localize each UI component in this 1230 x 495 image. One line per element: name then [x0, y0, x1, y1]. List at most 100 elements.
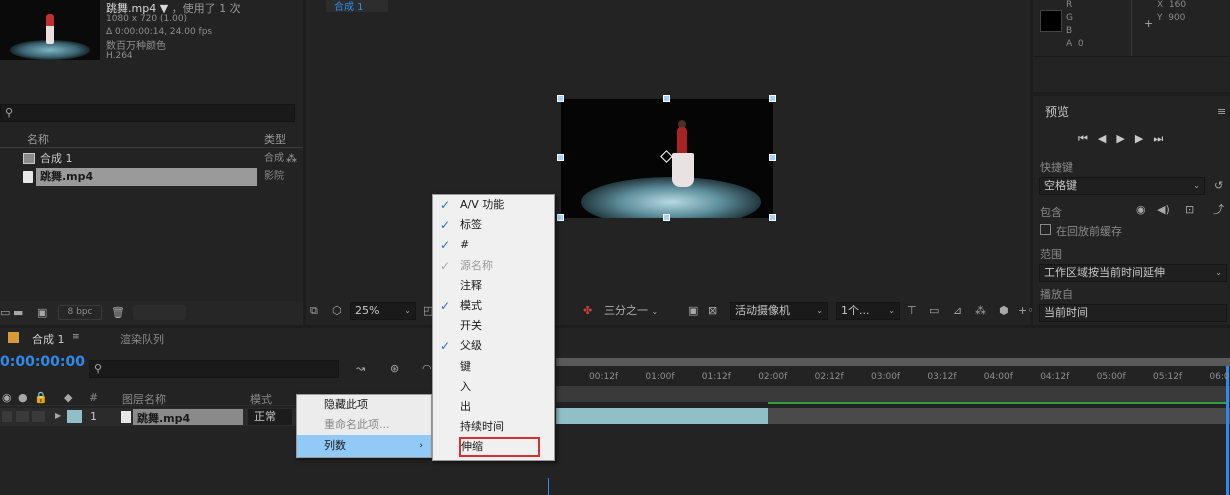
transform-handle[interactable]	[557, 214, 564, 221]
expand-arrow-icon[interactable]: ▶	[55, 412, 61, 420]
columns-menu-item[interactable]: 持续时间	[433, 417, 554, 437]
columns-menu-item[interactable]: 注释	[433, 276, 554, 296]
always-preview-icon[interactable]: ⧉	[310, 305, 318, 316]
work-area-range[interactable]	[768, 402, 1228, 404]
range-select[interactable]: 工作区域按当前时间延伸 ⌄	[1039, 264, 1227, 282]
eye-icon[interactable]: ◉	[2, 392, 12, 403]
columns-menu-item[interactable]: 键	[433, 357, 554, 377]
transform-handle[interactable]	[663, 95, 670, 102]
camera-select[interactable]: 活动摄像机 ⌄	[730, 302, 828, 320]
layer-name[interactable]: 跳舞.mp4	[137, 410, 190, 426]
export-icon[interactable]: ⤴	[1213, 204, 1224, 215]
flowchart-icon[interactable]: ⁂	[975, 305, 986, 316]
work-area-bar[interactable]	[556, 358, 1230, 366]
columns-menu-item[interactable]: ✓ 标签	[433, 215, 554, 235]
transform-handle[interactable]	[769, 154, 776, 161]
columns-menu-item[interactable]: ✓ 模式	[433, 296, 554, 316]
next-frame-icon[interactable]: ▶	[1135, 133, 1153, 144]
last-frame-icon[interactable]: ⏭	[1153, 133, 1173, 144]
audio-toggle-icon[interactable]: ◀)	[1157, 204, 1170, 215]
composition-canvas[interactable]	[561, 99, 773, 218]
column-header-type[interactable]: 类型	[264, 132, 286, 148]
folder-icon[interactable]: ▬	[13, 307, 23, 318]
layer-color-label[interactable]	[67, 410, 82, 423]
project-scrollbar[interactable]	[133, 305, 186, 320]
mask-icon[interactable]: ⬡	[332, 305, 342, 316]
transparency-grid-icon[interactable]: ⊠	[708, 305, 717, 316]
timecode-display[interactable]: 0:00:00:00	[0, 354, 85, 370]
columns-menu-item[interactable]: 出	[433, 397, 554, 417]
range-label: 范围	[1040, 248, 1062, 261]
layer-visibility-toggle[interactable]	[2, 411, 12, 422]
chevron-down-icon[interactable]: ▼	[160, 3, 168, 14]
tab-comp[interactable]: 合成 1	[32, 331, 65, 347]
reset-exposure-icon[interactable]: ⬢	[999, 305, 1009, 316]
tab-render-queue[interactable]: 渲染队列	[120, 331, 164, 347]
resolution-select[interactable]: 三分之一 ⌄	[604, 302, 678, 320]
transform-handle[interactable]	[663, 214, 670, 221]
solo-icon[interactable]: ●	[18, 392, 28, 403]
columns-menu-item[interactable]: 伸缩	[459, 437, 540, 458]
overlay-toggle-icon[interactable]: ⊡	[1185, 204, 1194, 215]
layer-mode-select[interactable]: 正常	[248, 409, 292, 425]
time-ruler[interactable]	[556, 386, 1230, 402]
lock-icon[interactable]: 🔒	[34, 392, 48, 403]
current-time-indicator[interactable]	[548, 478, 549, 495]
columns-menu-item[interactable]: ✓ #	[433, 235, 554, 255]
first-frame-icon[interactable]: ⏮	[1078, 133, 1098, 144]
transform-handle[interactable]	[769, 95, 776, 102]
trash-icon[interactable]: 🗑	[111, 307, 125, 318]
tab-composition[interactable]: 合成 1	[326, 0, 388, 13]
label-icon[interactable]: ◆	[64, 392, 72, 403]
play-icon[interactable]: ▶	[1116, 133, 1134, 144]
column-header-mode[interactable]: 模式	[250, 391, 272, 407]
new-comp-icon[interactable]: ▣	[37, 307, 47, 318]
footage-duration-bar[interactable]	[556, 408, 768, 424]
column-header-name[interactable]: 名称	[27, 132, 49, 148]
preview-panel: 预览 ≡ ⏮◀▶▶⏭ 快捷键 空格键 ⌄ ↺ 包含 ◉ ◀) ⊡ ⤴ 在回放前缓…	[1033, 96, 1230, 325]
interpret-footage-icon[interactable]: ▭	[0, 307, 10, 318]
layer-solo-toggle[interactable]	[32, 411, 45, 422]
snapshot-icon[interactable]: ▭	[929, 305, 939, 316]
region-of-interest-icon[interactable]: ▣	[688, 305, 698, 316]
project-search-input[interactable]: ⚲	[0, 104, 295, 122]
menu-item-hide-column[interactable]: 隐藏此项	[297, 395, 431, 415]
transform-handle[interactable]	[769, 214, 776, 221]
columns-menu-item[interactable]: 开关	[433, 316, 554, 336]
shortcut-select[interactable]: 空格键 ⌄	[1039, 177, 1205, 195]
project-item-footage[interactable]: 跳舞.mp4 影院	[0, 168, 290, 186]
project-item-comp[interactable]: 合成 1 合成 ⁂	[0, 150, 297, 168]
ruler-tick-label: 02:12f	[814, 372, 844, 382]
shy-layers-icon[interactable]: ◠	[422, 363, 432, 374]
show-snapshot-icon[interactable]: ⊿	[953, 305, 962, 316]
toggle-view-icon[interactable]: ⊤	[907, 305, 917, 316]
panel-menu-icon[interactable]: ≡	[72, 333, 80, 342]
ruler-tick-label: 02:00f	[758, 372, 788, 382]
color-channel-icon[interactable]: ✤	[583, 305, 592, 316]
bit-depth-button[interactable]: 8 bpc	[58, 305, 102, 320]
play-from-select[interactable]: 当前时间	[1039, 304, 1227, 322]
columns-menu-item[interactable]: 入	[433, 377, 554, 397]
columns-menu-item[interactable]: ✓ 父级	[433, 336, 554, 356]
timeline-search-input[interactable]: ⚲	[89, 360, 339, 378]
exposure-icon[interactable]: +◦	[1018, 305, 1034, 316]
columns-menu-item[interactable]: ✓ A/V 功能	[433, 195, 554, 215]
transform-handle[interactable]	[557, 95, 564, 102]
anchor-point-icon[interactable]	[660, 150, 673, 163]
panel-menu-icon[interactable]: ≡	[1217, 106, 1226, 117]
end-marker[interactable]	[1226, 366, 1229, 495]
zoom-select[interactable]: 25% ⌄	[350, 302, 416, 320]
composition-flowchart-icon[interactable]: ↝	[356, 363, 365, 374]
layer-audio-toggle[interactable]	[16, 411, 29, 422]
cache-checkbox[interactable]	[1040, 224, 1051, 235]
draft-3d-icon[interactable]: ⊛	[390, 363, 399, 374]
column-header-layer-name[interactable]: 图层名称	[122, 391, 166, 407]
viewer-toolbar: ⧉ ⬡ 25% ⌄ ◰ ✤ 三分之一 ⌄ ▣ ⊠ 活动摄像机 ⌄ 1个... ⌄…	[306, 297, 1034, 325]
flowchart-icon[interactable]: ⁂	[286, 153, 297, 164]
reset-icon[interactable]: ↺	[1214, 180, 1223, 191]
transform-handle[interactable]	[557, 154, 564, 161]
video-toggle-icon[interactable]: ◉	[1136, 204, 1146, 215]
menu-item-columns[interactable]: 列数 ›	[297, 435, 431, 457]
previous-frame-icon[interactable]: ◀	[1098, 133, 1116, 144]
views-select[interactable]: 1个... ⌄	[836, 302, 900, 320]
